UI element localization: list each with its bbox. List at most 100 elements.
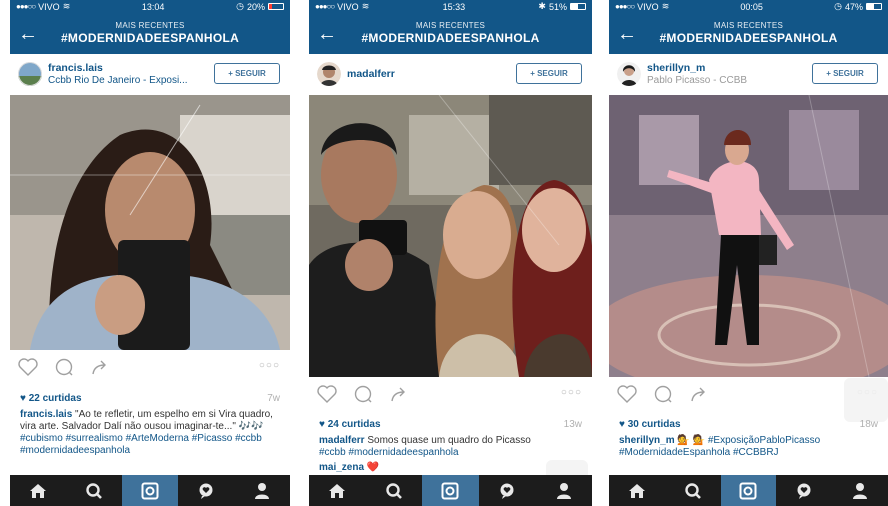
tab-camera[interactable] (720, 475, 777, 506)
tab-home[interactable] (609, 475, 665, 506)
post-photo[interactable] (10, 95, 290, 350)
username-link[interactable]: sherillyn_m (647, 62, 705, 74)
signal-icon: ●●●○○ (315, 2, 335, 11)
search-icon (684, 482, 701, 499)
post-photo[interactable] (609, 95, 888, 377)
tab-home[interactable] (309, 475, 366, 506)
share-icon[interactable] (90, 358, 110, 376)
signal-icon: ●●●○○ (16, 2, 36, 11)
small-heart-icon: ♥ (619, 419, 628, 430)
comment-icon[interactable] (653, 385, 673, 403)
search-icon (386, 482, 402, 499)
phone-screen-3: ●●●○○ VIVO ≋ 00:05 ◷ 47% ← MAIS RECENTES #M… (609, 0, 888, 506)
post-caption: sherillyn_m 💁 💁 #ExposiçãoPabloPicasso #… (619, 435, 878, 459)
nav-header: ← MAIS RECENTES #MODERNIDADEESPANHOLA (309, 13, 592, 54)
header-subtitle: MAIS RECENTES (713, 21, 784, 30)
phone-screen-2: ●●●○○ VIVO ≋ 15:33 ✱ 51% ← MAIS RECENTES #M… (309, 0, 592, 506)
activity-icon (797, 483, 811, 499)
profile-icon (255, 482, 269, 499)
home-icon (30, 483, 46, 498)
follow-button[interactable]: + SEGUIR (516, 63, 582, 84)
home-icon (628, 483, 645, 498)
heart-icon[interactable] (617, 385, 637, 403)
carrier-name: VIVO (337, 1, 359, 12)
like-count-text: 22 curtidas (28, 393, 82, 404)
more-options-icon[interactable]: ○○○ (561, 387, 582, 398)
status-bar: ●●●○○ VIVO ≋ 00:05 ◷ 47% (609, 0, 888, 13)
like-count-text: 24 curtidas (327, 419, 381, 430)
avatar[interactable] (317, 62, 341, 86)
follow-button[interactable]: + SEGUIR (214, 63, 280, 84)
battery-percent: 20% (246, 1, 265, 12)
clock: 00:05 (740, 1, 763, 12)
activity-icon (199, 483, 213, 499)
like-count-text: 30 curtidas (627, 419, 681, 430)
tab-activity[interactable] (178, 475, 234, 506)
carrier-name: VIVO (38, 1, 60, 12)
caption-text: Somos quase um quadro do Picasso (367, 435, 531, 446)
profile-icon (556, 482, 571, 499)
follow-button[interactable]: + SEGUIR (812, 63, 878, 84)
tab-home[interactable] (10, 475, 66, 506)
nav-header: ← MAIS RECENTES #MODERNIDADEESPANHOLA (10, 13, 290, 54)
comment-icon[interactable] (54, 358, 74, 376)
wifi-icon: ≋ (62, 1, 71, 11)
comment-username[interactable]: mai_zena (319, 462, 364, 474)
post-age: 7w (267, 393, 280, 404)
username-link[interactable]: francis.lais (48, 62, 103, 74)
battery-percent: 51% (548, 1, 567, 12)
share-icon[interactable] (689, 385, 709, 403)
tab-search[interactable] (66, 475, 122, 506)
like-count[interactable]: ♥ 22 curtidas (20, 393, 82, 404)
caption-text: 💁 💁 #ExposiçãoPabloPicasso (677, 435, 821, 446)
heart-icon[interactable] (317, 385, 337, 403)
status-bar: ●●●○○ VIVO ≋ 13:04 ◷ 20% (10, 0, 290, 13)
tab-search[interactable] (665, 475, 721, 506)
wifi-icon: ≋ (361, 1, 370, 11)
avatar[interactable] (617, 62, 641, 86)
page-title: #MODERNIDADEESPANHOLA (361, 31, 540, 45)
comment-icon[interactable] (353, 385, 373, 403)
avatar[interactable] (18, 62, 42, 86)
caption-hashtags[interactable]: #ModernidadeEspanhola #CCBBRJ (619, 447, 779, 458)
header-subtitle: MAIS RECENTES (415, 21, 486, 30)
like-count[interactable]: ♥ 30 curtidas (619, 419, 681, 430)
tab-profile[interactable] (535, 475, 592, 506)
heart-icon[interactable] (18, 358, 38, 376)
carrier-name: VIVO (637, 1, 659, 12)
bluetooth-icon: ✱ (538, 1, 546, 11)
tab-camera[interactable] (422, 475, 479, 506)
post-header: madalferr + SEGUIR (309, 54, 592, 96)
activity-icon (500, 483, 514, 499)
tab-camera[interactable] (122, 475, 178, 506)
tab-activity[interactable] (776, 475, 832, 506)
location-link[interactable]: Pablo Picasso - CCBB (647, 75, 797, 86)
clock: 13:04 (141, 1, 165, 12)
tab-profile[interactable] (234, 475, 290, 506)
tab-profile[interactable] (832, 475, 888, 506)
camera-icon (141, 482, 159, 499)
battery-icon (569, 3, 586, 10)
page-title: #MODERNIDADEESPANHOLA (659, 31, 838, 45)
location-link[interactable]: Ccbb Rio De Janeiro - Exposi... (48, 75, 198, 86)
caption-hashtags[interactable]: #ccbb #modernidadeespanhola (319, 447, 459, 458)
more-options-icon[interactable]: ○○○ (259, 360, 280, 371)
nav-header: ← MAIS RECENTES #MODERNIDADEESPANHOLA (609, 13, 888, 54)
scroll-overlay (844, 378, 888, 422)
share-icon[interactable] (389, 385, 409, 403)
tab-bar (309, 475, 592, 506)
caption-username[interactable]: madalferr (319, 435, 365, 446)
home-icon (329, 483, 346, 498)
tab-search[interactable] (366, 475, 423, 506)
tab-activity[interactable] (479, 475, 536, 506)
header-subtitle: MAIS RECENTES (115, 21, 185, 30)
alarm-icon: ◷ (834, 1, 842, 11)
username-link[interactable]: madalferr (347, 68, 395, 80)
caption-hashtags[interactable]: #cubismo #surrealismo #ArteModerna #Pica… (20, 433, 262, 456)
caption-username[interactable]: francis.lais (20, 409, 72, 420)
like-count[interactable]: ♥ 24 curtidas (319, 419, 381, 430)
post-photo[interactable] (309, 95, 592, 377)
phone-screen-1: ●●●○○ VIVO ≋ 13:04 ◷ 20% ← MAIS RECENTES #M… (10, 0, 290, 506)
action-bar: ○○○ (309, 379, 592, 407)
caption-username[interactable]: sherillyn_m (619, 435, 675, 446)
